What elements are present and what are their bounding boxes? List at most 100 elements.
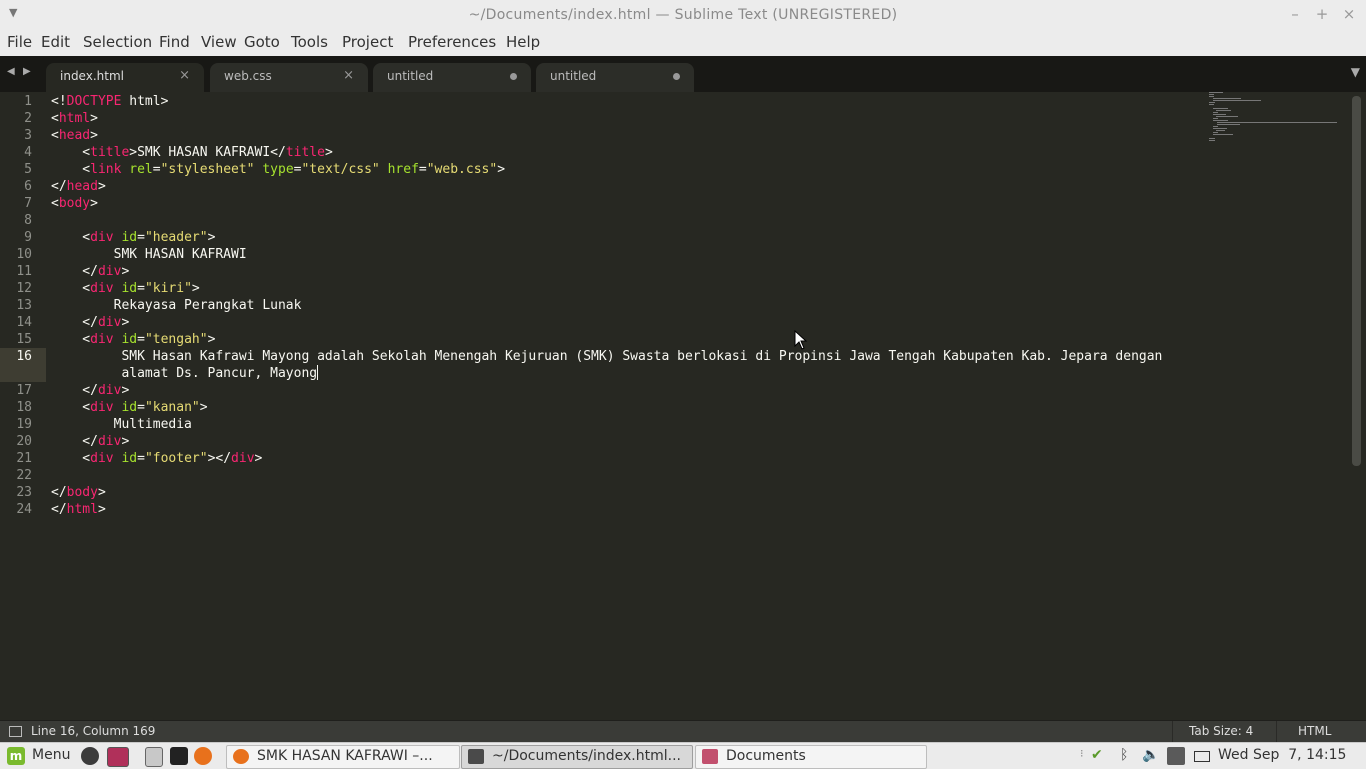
code-line[interactable]: alamat Ds. Pancur, Mayong xyxy=(51,365,319,382)
tab-back-icon[interactable]: ◀ xyxy=(7,66,15,77)
tab-forward-icon[interactable]: ▶ xyxy=(23,66,31,77)
code-token: > xyxy=(90,111,98,126)
tab-list-icon[interactable]: ▼ xyxy=(1351,65,1360,79)
code-line[interactable]: <html> xyxy=(51,110,98,127)
code-line[interactable]: </head> xyxy=(51,178,106,195)
code-line[interactable]: </div> xyxy=(51,382,129,399)
panel-toggle-icon[interactable] xyxy=(9,726,22,737)
mint-logo-icon[interactable]: m xyxy=(7,747,25,765)
code-line[interactable]: <body> xyxy=(51,195,98,212)
code-token: "web.css" xyxy=(426,162,498,177)
update-shield-icon[interactable]: ✔ xyxy=(1091,747,1103,763)
volume-icon[interactable]: 🔈 xyxy=(1142,747,1159,763)
mouse-pointer-icon xyxy=(794,329,808,350)
taskbar-window-documents[interactable]: Documents xyxy=(695,745,927,769)
code-token: = xyxy=(152,162,161,177)
code-token: < xyxy=(51,451,91,466)
firefox-launcher-icon[interactable] xyxy=(194,747,212,765)
network-icon[interactable] xyxy=(1167,747,1185,765)
show-desktop-icon[interactable] xyxy=(145,747,163,767)
code-line[interactable]: SMK Hasan Kafrawi Mayong adalah Sekolah … xyxy=(51,348,1162,365)
menu-edit[interactable]: Edit xyxy=(41,33,70,51)
tab-close-icon[interactable]: × xyxy=(179,68,190,83)
code-line[interactable]: <div id="footer"></div> xyxy=(51,450,262,467)
minimize-button[interactable]: – xyxy=(1287,5,1303,23)
syntax-indicator[interactable]: HTML xyxy=(1298,724,1331,738)
code-token: Rekayasa Perangkat Lunak xyxy=(51,298,302,313)
code-token: "tengah" xyxy=(144,332,208,347)
menu-tools[interactable]: Tools xyxy=(291,33,328,51)
code-token: </ xyxy=(51,315,98,330)
vertical-scrollbar[interactable] xyxy=(1352,96,1361,466)
firefox-icon xyxy=(233,749,249,764)
code-line[interactable]: </body> xyxy=(51,484,106,501)
line-number: 7 xyxy=(24,196,32,211)
code-token: div xyxy=(90,281,114,296)
code-token: = xyxy=(137,281,145,296)
code-token: </ xyxy=(51,383,98,398)
menu-find[interactable]: Find xyxy=(159,33,190,51)
start-menu-button[interactable]: Menu xyxy=(32,747,70,763)
unsaved-dot-icon[interactable] xyxy=(510,73,517,80)
taskbar-window-firefox[interactable]: SMK HASAN KAFRAWI –... xyxy=(226,745,460,769)
code-token: < xyxy=(51,281,91,296)
menu-file[interactable]: File xyxy=(7,33,32,51)
code-line[interactable]: Multimedia xyxy=(51,416,192,433)
tab-untitled-1[interactable]: untitled xyxy=(373,63,531,92)
media-launcher-icon[interactable] xyxy=(107,747,129,767)
code-line[interactable]: <div id="header"> xyxy=(51,229,215,246)
taskbar-window-sublime[interactable]: ~/Documents/index.html... xyxy=(461,745,693,769)
tab-close-icon[interactable]: × xyxy=(343,68,354,83)
minimap[interactable] xyxy=(1209,92,1349,152)
menu-help[interactable]: Help xyxy=(506,33,540,51)
code-line[interactable]: SMK HASAN KAFRAWI xyxy=(51,246,247,263)
minimap-line xyxy=(1217,122,1337,123)
code-line[interactable]: </div> xyxy=(51,314,129,331)
code-line[interactable]: <div id="tengah"> xyxy=(51,331,215,348)
code-token: = xyxy=(137,451,145,466)
code-line[interactable]: <link rel="stylesheet" type="text/css" h… xyxy=(51,161,505,178)
code-line[interactable]: <title>SMK HASAN KAFRAWI</title> xyxy=(51,144,333,161)
minimap-line xyxy=(1216,110,1232,111)
tab-size-indicator[interactable]: Tab Size: 4 xyxy=(1189,724,1253,738)
code-line[interactable]: </div> xyxy=(51,433,129,450)
unsaved-dot-icon[interactable] xyxy=(673,73,680,80)
tab-untitled-2[interactable]: untitled xyxy=(536,63,694,92)
code-line[interactable]: <head> xyxy=(51,127,98,144)
code-line[interactable]: </html> xyxy=(51,501,106,518)
tab-index-html[interactable]: index.html × xyxy=(46,63,204,92)
battery-icon[interactable] xyxy=(1194,751,1210,762)
code-token: alamat Ds. Pancur, Mayong xyxy=(51,366,318,381)
tab-web-css[interactable]: web.css × xyxy=(210,63,368,92)
code-line[interactable]: <div id="kiri"> xyxy=(51,280,199,297)
menu-preferences[interactable]: Preferences xyxy=(408,33,496,51)
terminal-launcher-icon[interactable] xyxy=(170,747,188,765)
code-token: "text/css" xyxy=(301,162,380,177)
minimap-line xyxy=(1209,92,1223,93)
editor[interactable]: 1 2 3 4 5 6 7 8 9 10 11 12 13 14 15 16 17 18 19 20 21 22 23 24 … xyxy=(0,92,1366,720)
menu-view[interactable]: View xyxy=(201,33,237,51)
code-token: > xyxy=(97,502,106,517)
code-token: > xyxy=(90,196,98,211)
code-token: ></ xyxy=(207,451,232,466)
clock[interactable]: Wed Sep 7, 14:15 xyxy=(1218,747,1346,763)
code-line[interactable]: </div> xyxy=(51,263,129,280)
code-line[interactable]: <!DOCTYPE html> xyxy=(51,93,168,110)
maximize-button[interactable]: + xyxy=(1314,5,1330,23)
menu-selection[interactable]: Selection xyxy=(83,33,152,51)
menu-project[interactable]: Project xyxy=(342,33,393,51)
chrome-launcher-icon[interactable] xyxy=(81,747,99,765)
code-token: body xyxy=(58,196,91,211)
minimap-line xyxy=(1209,94,1215,95)
line-number: 18 xyxy=(16,400,32,415)
menu-goto[interactable]: Goto xyxy=(244,33,280,51)
code-token: html> xyxy=(121,94,169,109)
line-number: 5 xyxy=(24,162,32,177)
line-number: 9 xyxy=(24,230,32,245)
close-button[interactable]: × xyxy=(1341,5,1357,23)
code-line[interactable]: Rekayasa Perangkat Lunak xyxy=(51,297,302,314)
taskbar-window-label: Documents xyxy=(726,748,806,764)
code-line[interactable]: <div id="kanan"> xyxy=(51,399,207,416)
bluetooth-icon[interactable]: ᛒ xyxy=(1120,747,1128,763)
code-token: > xyxy=(207,230,216,245)
